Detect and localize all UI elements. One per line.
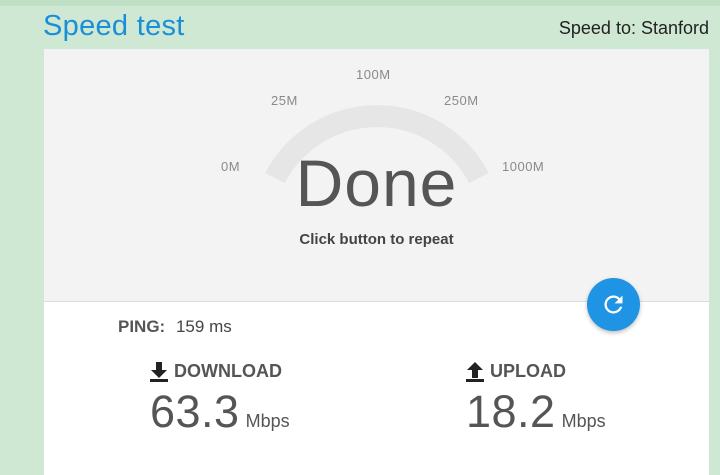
- download-value-row: 63.3 Mbps: [150, 386, 290, 438]
- server-label: Speed to: Stanford: [558, 18, 709, 38]
- status-text: Done: [295, 146, 458, 220]
- ping-row: PING: 159 ms: [118, 317, 232, 337]
- top-bar: [0, 0, 720, 6]
- status-subtitle: Click button to repeat: [299, 231, 454, 248]
- download-header: DOWNLOAD: [150, 361, 290, 382]
- download-label: DOWNLOAD: [174, 361, 282, 381]
- ping-value: 159: [175, 317, 205, 336]
- gauge-tick-2: 100M: [356, 67, 391, 82]
- upload-metric: UPLOAD 18.2 Mbps: [466, 361, 606, 438]
- gauge-panel: 0M 25M 100M 250M 1000M Done Click button…: [44, 49, 709, 302]
- upload-header: UPLOAD: [466, 361, 606, 382]
- gauge-tick-3: 250M: [444, 93, 479, 108]
- upload-label: UPLOAD: [490, 361, 566, 381]
- speed-test-card: 0M 25M 100M 250M 1000M Done Click button…: [44, 49, 709, 475]
- upload-value-row: 18.2 Mbps: [466, 386, 606, 438]
- upload-value: 18.2: [466, 386, 556, 437]
- page-title: Speed test: [43, 10, 185, 42]
- upload-arrow-icon: [466, 361, 484, 382]
- repeat-test-button[interactable]: [587, 278, 640, 331]
- gauge-tick-1: 25M: [271, 93, 298, 108]
- download-unit: Mbps: [245, 411, 290, 431]
- upload-unit: Mbps: [561, 411, 606, 431]
- ping-unit: ms: [209, 317, 232, 336]
- download-arrow-icon: [150, 361, 168, 382]
- refresh-icon: [604, 295, 623, 314]
- download-value: 63.3: [150, 386, 240, 437]
- ping-label: PING:: [118, 317, 166, 336]
- download-metric: DOWNLOAD 63.3 Mbps: [150, 361, 290, 438]
